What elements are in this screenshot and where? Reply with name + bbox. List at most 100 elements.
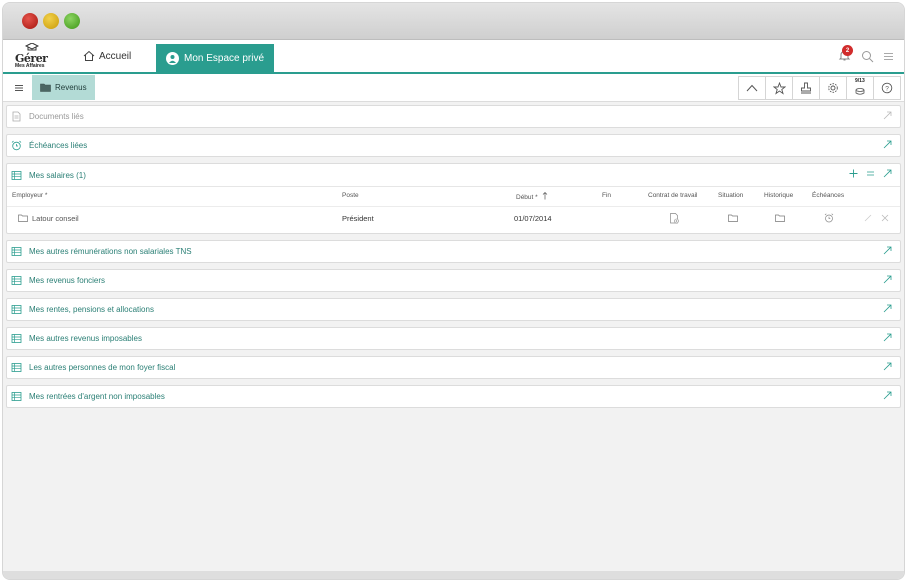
window-titlebar [3, 3, 904, 40]
home-label: Accueil [99, 50, 132, 62]
expand-icon[interactable] [883, 304, 892, 313]
document-icon [11, 111, 22, 122]
expand-icon[interactable] [883, 275, 892, 284]
home-icon [83, 50, 95, 61]
column-header-fin[interactable]: Fin [602, 192, 611, 199]
minimize-window-button[interactable] [43, 13, 59, 29]
graduation-cap-icon [25, 43, 39, 51]
main-content: Documents liés Échéances liées Mes salai… [3, 102, 904, 408]
panel-autres-revenus-imposables[interactable]: Mes autres revenus imposables [6, 327, 901, 350]
folder-icon [18, 214, 28, 222]
breadcrumb-label: Revenus [55, 83, 87, 92]
column-header-debut-label: Début * [516, 194, 538, 201]
panel-autres-remunerations[interactable]: Mes autres rémunérations non salariales … [6, 240, 901, 263]
page-toolbar: Revenus 9/13 ? [3, 74, 904, 102]
star-icon [772, 81, 786, 95]
table-icon [11, 275, 22, 286]
folder-icon [40, 83, 51, 92]
table-icon [11, 304, 22, 315]
expand-icon[interactable] [883, 333, 892, 342]
panel-title: Échéances liées [29, 141, 88, 150]
menu-icon[interactable] [883, 51, 894, 62]
favorite-button[interactable] [765, 76, 793, 100]
toolbar-actions: 9/13 ? [738, 76, 901, 100]
cell-poste: Président [342, 214, 374, 223]
table-icon [11, 170, 22, 181]
panel-revenus-fonciers[interactable]: Mes revenus fonciers [6, 269, 901, 292]
contract-document-icon[interactable] [669, 213, 680, 224]
nav-actions: 2 [838, 45, 894, 63]
panel-mes-salaires: Mes salaires (1) Employeur * Poste Début… [6, 163, 901, 234]
stamp-button[interactable] [792, 76, 820, 100]
panel-title: Mes rentrées d'argent non imposables [29, 392, 165, 401]
folder-icon[interactable] [775, 213, 785, 223]
folder-icon[interactable] [728, 213, 738, 223]
column-header-employeur[interactable]: Employeur * [12, 192, 47, 199]
notifications-button[interactable]: 2 [838, 45, 853, 63]
expand-icon[interactable] [883, 111, 892, 120]
help-icon: ? [881, 82, 893, 94]
edit-icon[interactable] [863, 213, 873, 223]
sort-arrow-icon [542, 192, 547, 200]
panel-rentrees-non-imposables[interactable]: Mes rentrées d'argent non imposables [6, 385, 901, 408]
alarm-clock-icon [11, 140, 22, 151]
cell-employeur: Latour conseil [32, 214, 79, 223]
list-icon[interactable] [866, 169, 875, 178]
expand-icon[interactable] [883, 391, 892, 400]
home-link[interactable]: Accueil [83, 50, 131, 62]
gear-icon [828, 83, 838, 93]
maximize-window-button[interactable] [64, 13, 80, 29]
panel-title: Mes salaires (1) [29, 170, 86, 180]
app-logo[interactable]: Gérer Mes Affaires [15, 43, 51, 71]
column-header-historique[interactable]: Historique [764, 192, 793, 199]
tab-espace-prive-label: Mon Espace privé [184, 52, 265, 64]
expand-icon[interactable] [883, 246, 892, 255]
panel-title: Mes rentes, pensions et allocations [29, 305, 154, 314]
app-window: Gérer Mes Affaires Accueil Mon Espace pr… [2, 2, 905, 580]
expand-icon[interactable] [883, 169, 892, 178]
panel-title: Documents liés [29, 112, 84, 121]
panel-title: Mes revenus fonciers [29, 276, 106, 285]
panel-title: Mes autres revenus imposables [29, 334, 142, 343]
hamburger-icon[interactable] [12, 81, 26, 95]
add-icon[interactable] [849, 169, 858, 178]
help-button[interactable]: ? [873, 76, 901, 100]
table-icon [11, 391, 22, 402]
coins-icon [855, 87, 865, 95]
chevron-up-icon [746, 84, 758, 92]
progress-button[interactable]: 9/13 [846, 76, 874, 100]
settings-button[interactable] [819, 76, 847, 100]
table-divider [7, 206, 900, 207]
user-avatar-icon [166, 51, 179, 65]
search-icon[interactable] [861, 50, 874, 63]
delete-icon[interactable] [880, 213, 890, 223]
panel-header[interactable]: Mes salaires (1) [7, 164, 900, 187]
svg-text:?: ? [885, 85, 889, 92]
alarm-clock-icon[interactable] [824, 213, 834, 223]
collapse-button[interactable] [738, 76, 766, 100]
column-header-echeances[interactable]: Échéances [812, 192, 844, 199]
stamp-icon [801, 82, 811, 94]
panel-rentes-pensions[interactable]: Mes rentes, pensions et allocations [6, 298, 901, 321]
panel-echeances-liees[interactable]: Échéances liées [6, 134, 901, 157]
panel-documents-lies[interactable]: Documents liés [6, 105, 901, 128]
expand-icon[interactable] [883, 362, 892, 371]
progress-counter: 9/13 [855, 78, 865, 84]
column-header-situation[interactable]: Situation [718, 192, 743, 199]
table-icon [11, 333, 22, 344]
column-header-poste[interactable]: Poste [342, 192, 359, 199]
panel-foyer-fiscal[interactable]: Les autres personnes de mon foyer fiscal [6, 356, 901, 379]
top-navbar: Gérer Mes Affaires Accueil Mon Espace pr… [3, 40, 904, 74]
bottom-scroll-bar[interactable] [3, 571, 904, 579]
cell-debut: 01/07/2014 [514, 214, 552, 223]
table-icon [11, 362, 22, 373]
panel-title: Les autres personnes de mon foyer fiscal [29, 363, 176, 372]
expand-icon[interactable] [883, 140, 892, 149]
breadcrumb-revenus[interactable]: Revenus [32, 75, 95, 100]
panel-actions [849, 169, 892, 178]
tab-espace-prive[interactable]: Mon Espace privé [156, 44, 275, 72]
column-header-contrat[interactable]: Contrat de travail [648, 192, 698, 199]
table-icon [11, 246, 22, 257]
close-window-button[interactable] [22, 13, 38, 29]
column-header-debut[interactable]: Début * [516, 192, 548, 201]
